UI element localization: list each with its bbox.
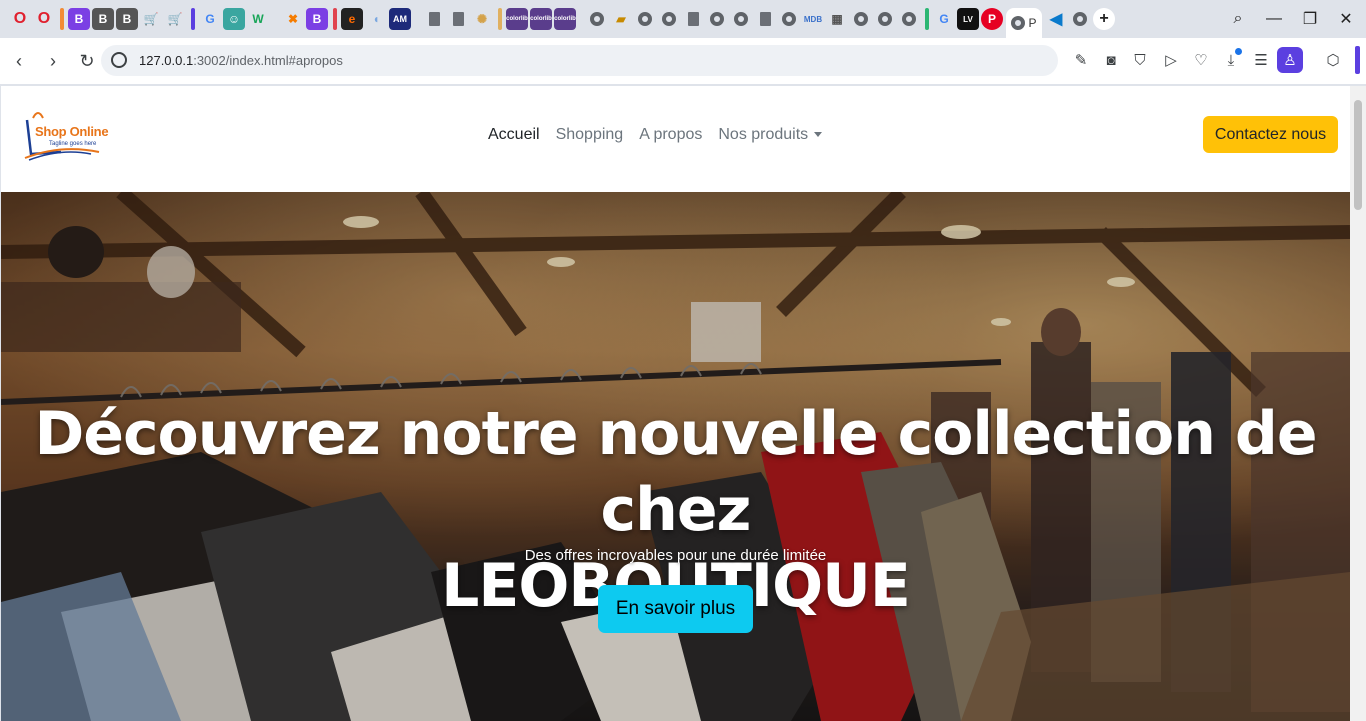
globe-icon[interactable] <box>1069 8 1091 30</box>
globe-icon[interactable] <box>850 8 872 30</box>
e-logo-icon[interactable]: e <box>341 8 363 30</box>
nav-produits-dropdown[interactable]: Nos produits <box>718 126 823 144</box>
am-logo-icon[interactable]: AM <box>389 8 411 30</box>
hero-title-line1: Découvrez notre nouvelle collection de c… <box>34 399 1317 545</box>
pinterest-logo-icon[interactable]: P <box>981 8 1003 30</box>
grid-icon[interactable]: ▦ <box>826 8 848 30</box>
shield-icon[interactable]: ⛉ <box>1126 46 1154 74</box>
nav-produits-label: Nos produits <box>718 126 809 143</box>
search-tabs-icon[interactable]: ⌕ <box>1220 0 1256 38</box>
tab-group-indicator[interactable] <box>60 8 64 30</box>
document-icon[interactable] <box>447 8 469 30</box>
site-info-icon[interactable] <box>111 52 127 68</box>
tab-group-indicator[interactable] <box>925 8 929 30</box>
url-path: :3002/index.html#apropos <box>193 53 343 68</box>
back-icon[interactable]: ‹ <box>4 46 34 76</box>
close-icon[interactable]: ✕ <box>1328 0 1364 38</box>
bootstrap-logo-icon[interactable]: B <box>68 8 90 30</box>
main-menu: Accueil Shopping A propos Nos produits <box>488 126 823 144</box>
google-logo-icon[interactable]: G <box>199 8 221 30</box>
opera-logo-icon[interactable]: O <box>9 8 31 30</box>
lvst-logo-icon[interactable]: LV <box>957 8 979 30</box>
site-navbar: Shop Online Tagline goes here Accueil Sh… <box>1 86 1350 192</box>
minimize-icon[interactable]: — <box>1256 0 1292 38</box>
cart-icon[interactable]: 🛒 <box>164 8 186 30</box>
globe-icon[interactable] <box>898 8 920 30</box>
google-logo-icon[interactable]: G <box>933 8 955 30</box>
hero-subtitle: Des offres incroyables pour une durée li… <box>524 547 827 564</box>
download-icon[interactable]: ⤓ <box>1217 46 1245 74</box>
globe-icon <box>1011 16 1026 30</box>
web-page: Shop Online Tagline goes here Accueil Sh… <box>1 86 1350 721</box>
profile-icon[interactable]: ♙ <box>1277 47 1303 73</box>
tab-strip: O O B B B 🛒 🛒 G ☺ W ✖ B e ◖ AM ✺ colorli… <box>0 0 1366 38</box>
address-url[interactable]: 127.0.0.1:3002/index.html#apropos <box>139 53 343 68</box>
shield-icon[interactable]: ◖ <box>365 8 387 30</box>
tab-group-indicator[interactable] <box>498 8 502 30</box>
settings-icon[interactable]: ✺ <box>471 8 493 30</box>
mdb-logo-icon[interactable]: MDB <box>802 8 824 30</box>
globe-icon[interactable] <box>730 8 752 30</box>
learn-more-button[interactable]: En savoir plus <box>598 585 753 633</box>
active-tab[interactable]: P <box>1006 8 1042 38</box>
document-icon[interactable] <box>423 8 445 30</box>
globe-icon[interactable] <box>586 8 608 30</box>
url-host: 127.0.0.1 <box>139 53 194 68</box>
bootstrap-logo-icon[interactable]: B <box>306 8 328 30</box>
new-tab-button[interactable]: + <box>1093 8 1115 30</box>
active-tab-label: P <box>1028 16 1037 30</box>
scrollbar-thumb[interactable] <box>1354 100 1362 210</box>
document-icon[interactable] <box>682 8 704 30</box>
cart-icon[interactable]: 🛒 <box>140 8 162 30</box>
document-icon[interactable] <box>754 8 776 30</box>
opera-logo-icon[interactable]: O <box>33 8 55 30</box>
edit-icon[interactable]: ✎ <box>1067 46 1095 74</box>
logo-tagline: Tagline goes here <box>49 141 97 147</box>
vscode-logo-icon[interactable]: ◀ <box>1045 8 1067 30</box>
reload-icon[interactable]: ↻ <box>72 46 102 76</box>
globe-icon[interactable] <box>778 8 800 30</box>
bootstrap-logo-icon[interactable]: B <box>116 8 138 30</box>
globe-icon[interactable] <box>874 8 896 30</box>
extensions-cube-icon[interactable]: ⬡ <box>1319 46 1347 74</box>
tab-group-indicator[interactable] <box>191 8 195 30</box>
logo-name: Shop Online <box>35 124 109 139</box>
colorful-logo-icon[interactable]: ✖ <box>282 8 304 30</box>
site-logo[interactable]: Shop Online Tagline goes here <box>21 108 113 164</box>
caret-down-icon <box>814 132 823 138</box>
colorlib-icon[interactable]: colorlib <box>530 8 552 30</box>
forward-icon[interactable]: › <box>38 46 68 76</box>
hero-banner: Découvrez notre nouvelle collection de c… <box>1 192 1350 721</box>
globe-icon[interactable] <box>658 8 680 30</box>
restore-icon[interactable]: ❐ <box>1292 0 1328 38</box>
w-logo-icon[interactable]: W <box>247 8 269 30</box>
tab-group-indicator[interactable] <box>274 8 278 30</box>
browser-toolbar: ‹ › ↻ 127.0.0.1:3002/index.html#apropos … <box>0 38 1366 84</box>
nav-apropos[interactable]: A propos <box>639 126 702 144</box>
heart-icon[interactable]: ♡ <box>1187 46 1215 74</box>
nav-shopping[interactable]: Shopping <box>556 126 624 144</box>
colorlib-icon[interactable]: colorlib <box>554 8 576 30</box>
address-bar[interactable]: 127.0.0.1:3002/index.html#apropos <box>101 45 1058 76</box>
nav-accueil[interactable]: Accueil <box>488 126 540 144</box>
menu-settings-icon[interactable]: ☰ <box>1247 46 1275 74</box>
colorlib-icon[interactable]: colorlib <box>506 8 528 30</box>
avatar-icon[interactable]: ☺ <box>223 8 245 30</box>
bootstrap-logo-icon[interactable]: B <box>92 8 114 30</box>
stack-icon[interactable]: ▰ <box>610 8 632 30</box>
globe-icon[interactable] <box>706 8 728 30</box>
toolbar-accent-bar <box>1355 46 1360 74</box>
camera-icon[interactable]: ◙ <box>1097 46 1125 74</box>
globe-icon[interactable] <box>634 8 656 30</box>
contact-button[interactable]: Contactez nous <box>1203 116 1338 153</box>
page-scrollbar[interactable] <box>1350 86 1366 721</box>
tab-group-indicator[interactable] <box>333 8 337 30</box>
play-icon[interactable]: ▷ <box>1157 46 1185 74</box>
